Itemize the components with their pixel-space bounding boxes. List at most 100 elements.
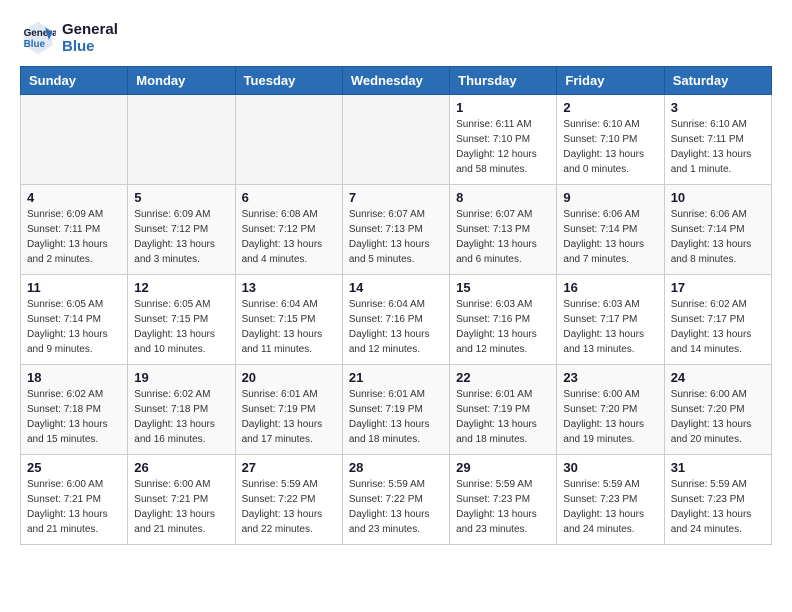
day-number: 28 <box>349 460 443 475</box>
day-number: 27 <box>242 460 336 475</box>
day-cell: 4 Sunrise: 6:09 AMSunset: 7:11 PMDaylight… <box>21 185 128 275</box>
day-info: Sunrise: 6:06 AMSunset: 7:14 PMDaylight:… <box>563 207 657 267</box>
day-number: 5 <box>134 190 228 205</box>
day-cell: 30 Sunrise: 5:59 AMSunset: 7:23 PMDayligh… <box>557 455 664 545</box>
day-info: Sunrise: 6:07 AMSunset: 7:13 PMDaylight:… <box>349 207 443 267</box>
weekday-header-friday: Friday <box>557 67 664 95</box>
day-info: Sunrise: 5:59 AMSunset: 7:22 PMDaylight:… <box>349 477 443 537</box>
weekday-header-tuesday: Tuesday <box>235 67 342 95</box>
day-number: 4 <box>27 190 121 205</box>
week-row-2: 4 Sunrise: 6:09 AMSunset: 7:11 PMDaylight… <box>21 185 772 275</box>
day-cell: 2 Sunrise: 6:10 AMSunset: 7:10 PMDaylight… <box>557 95 664 185</box>
day-cell: 31 Sunrise: 5:59 AMSunset: 7:23 PMDayligh… <box>664 455 771 545</box>
week-row-5: 25Sunrise: 6:00 AMSunset: 7:21 PMDayligh… <box>21 455 772 545</box>
day-number: 3 <box>671 100 765 115</box>
day-cell: 15Sunrise: 6:03 AMSunset: 7:16 PMDayligh… <box>450 275 557 365</box>
day-info: Sunrise: 6:03 AMSunset: 7:16 PMDaylight:… <box>456 297 550 357</box>
page-header: General Blue General Blue <box>20 20 772 56</box>
day-info: Sunrise: 6:00 AMSunset: 7:20 PMDaylight:… <box>563 387 657 447</box>
day-cell: 24 Sunrise: 6:00 AMSunset: 7:20 PMDayligh… <box>664 365 771 455</box>
day-cell: 9 Sunrise: 6:06 AMSunset: 7:14 PMDaylight… <box>557 185 664 275</box>
day-number: 22 <box>456 370 550 385</box>
day-info: Sunrise: 5:59 AMSunset: 7:22 PMDaylight:… <box>242 477 336 537</box>
day-cell: 1Sunrise: 6:11 AMSunset: 7:10 PMDaylight… <box>450 95 557 185</box>
day-cell <box>21 95 128 185</box>
day-cell: 6Sunrise: 6:08 AMSunset: 7:12 PMDaylight… <box>235 185 342 275</box>
calendar: SundayMondayTuesdayWednesdayThursdayFrid… <box>20 66 772 545</box>
day-info: Sunrise: 6:03 AMSunset: 7:17 PMDaylight:… <box>563 297 657 357</box>
day-cell: 16 Sunrise: 6:03 AMSunset: 7:17 PMDayligh… <box>557 275 664 365</box>
day-number: 20 <box>242 370 336 385</box>
weekday-header-row: SundayMondayTuesdayWednesdayThursdayFrid… <box>21 67 772 95</box>
day-info: Sunrise: 6:05 AMSunset: 7:15 PMDaylight:… <box>134 297 228 357</box>
logo-general: General <box>62 21 118 38</box>
day-info: Sunrise: 6:09 AMSunset: 7:11 PMDaylight:… <box>27 207 121 267</box>
week-row-4: 18 Sunrise: 6:02 AMSunset: 7:18 PMDayligh… <box>21 365 772 455</box>
day-number: 11 <box>27 280 121 295</box>
day-info: Sunrise: 6:10 AMSunset: 7:11 PMDaylight:… <box>671 117 765 177</box>
calendar-body: 1Sunrise: 6:11 AMSunset: 7:10 PMDaylight… <box>21 95 772 545</box>
day-cell: 5 Sunrise: 6:09 AMSunset: 7:12 PMDaylight… <box>128 185 235 275</box>
day-cell: 13 Sunrise: 6:04 AMSunset: 7:15 PMDayligh… <box>235 275 342 365</box>
day-cell: 22Sunrise: 6:01 AMSunset: 7:19 PMDayligh… <box>450 365 557 455</box>
day-info: Sunrise: 6:00 AMSunset: 7:21 PMDaylight:… <box>27 477 121 537</box>
logo-blue: Blue <box>62 38 118 55</box>
week-row-1: 1Sunrise: 6:11 AMSunset: 7:10 PMDaylight… <box>21 95 772 185</box>
day-cell: 21 Sunrise: 6:01 AMSunset: 7:19 PMDayligh… <box>342 365 449 455</box>
day-info: Sunrise: 6:09 AMSunset: 7:12 PMDaylight:… <box>134 207 228 267</box>
day-cell: 28 Sunrise: 5:59 AMSunset: 7:22 PMDayligh… <box>342 455 449 545</box>
day-number: 17 <box>671 280 765 295</box>
logo-icon: General Blue <box>20 20 56 56</box>
day-cell: 26Sunrise: 6:00 AMSunset: 7:21 PMDayligh… <box>128 455 235 545</box>
weekday-header-thursday: Thursday <box>450 67 557 95</box>
day-cell <box>128 95 235 185</box>
day-number: 19 <box>134 370 228 385</box>
day-cell: 25Sunrise: 6:00 AMSunset: 7:21 PMDayligh… <box>21 455 128 545</box>
day-cell: 17Sunrise: 6:02 AMSunset: 7:17 PMDayligh… <box>664 275 771 365</box>
day-info: Sunrise: 6:10 AMSunset: 7:10 PMDaylight:… <box>563 117 657 177</box>
day-number: 31 <box>671 460 765 475</box>
day-info: Sunrise: 6:04 AMSunset: 7:15 PMDaylight:… <box>242 297 336 357</box>
day-info: Sunrise: 6:01 AMSunset: 7:19 PMDaylight:… <box>349 387 443 447</box>
day-cell: 14Sunrise: 6:04 AMSunset: 7:16 PMDayligh… <box>342 275 449 365</box>
day-number: 6 <box>242 190 336 205</box>
day-info: Sunrise: 6:07 AMSunset: 7:13 PMDaylight:… <box>456 207 550 267</box>
day-number: 9 <box>563 190 657 205</box>
day-number: 30 <box>563 460 657 475</box>
day-cell: 11 Sunrise: 6:05 AMSunset: 7:14 PMDayligh… <box>21 275 128 365</box>
day-number: 2 <box>563 100 657 115</box>
day-number: 13 <box>242 280 336 295</box>
day-number: 18 <box>27 370 121 385</box>
day-number: 12 <box>134 280 228 295</box>
day-cell: 7 Sunrise: 6:07 AMSunset: 7:13 PMDaylight… <box>342 185 449 275</box>
day-info: Sunrise: 5:59 AMSunset: 7:23 PMDaylight:… <box>456 477 550 537</box>
day-cell: 29Sunrise: 5:59 AMSunset: 7:23 PMDayligh… <box>450 455 557 545</box>
day-cell: 23 Sunrise: 6:00 AMSunset: 7:20 PMDayligh… <box>557 365 664 455</box>
day-cell: 8Sunrise: 6:07 AMSunset: 7:13 PMDaylight… <box>450 185 557 275</box>
day-info: Sunrise: 6:06 AMSunset: 7:14 PMDaylight:… <box>671 207 765 267</box>
day-info: Sunrise: 6:05 AMSunset: 7:14 PMDaylight:… <box>27 297 121 357</box>
day-cell: 18 Sunrise: 6:02 AMSunset: 7:18 PMDayligh… <box>21 365 128 455</box>
weekday-header-wednesday: Wednesday <box>342 67 449 95</box>
weekday-header-sunday: Sunday <box>21 67 128 95</box>
day-cell: 27 Sunrise: 5:59 AMSunset: 7:22 PMDayligh… <box>235 455 342 545</box>
day-number: 21 <box>349 370 443 385</box>
day-cell: 12 Sunrise: 6:05 AMSunset: 7:15 PMDayligh… <box>128 275 235 365</box>
day-info: Sunrise: 5:59 AMSunset: 7:23 PMDaylight:… <box>563 477 657 537</box>
day-cell: 3 Sunrise: 6:10 AMSunset: 7:11 PMDaylight… <box>664 95 771 185</box>
day-cell <box>235 95 342 185</box>
day-number: 16 <box>563 280 657 295</box>
weekday-header-monday: Monday <box>128 67 235 95</box>
day-number: 1 <box>456 100 550 115</box>
day-number: 24 <box>671 370 765 385</box>
day-info: Sunrise: 5:59 AMSunset: 7:23 PMDaylight:… <box>671 477 765 537</box>
day-number: 23 <box>563 370 657 385</box>
day-info: Sunrise: 6:04 AMSunset: 7:16 PMDaylight:… <box>349 297 443 357</box>
day-info: Sunrise: 6:02 AMSunset: 7:18 PMDaylight:… <box>134 387 228 447</box>
day-info: Sunrise: 6:01 AMSunset: 7:19 PMDaylight:… <box>242 387 336 447</box>
day-info: Sunrise: 6:00 AMSunset: 7:20 PMDaylight:… <box>671 387 765 447</box>
day-info: Sunrise: 6:02 AMSunset: 7:18 PMDaylight:… <box>27 387 121 447</box>
day-cell: 19 Sunrise: 6:02 AMSunset: 7:18 PMDayligh… <box>128 365 235 455</box>
logo: General Blue General Blue <box>20 20 118 56</box>
day-number: 7 <box>349 190 443 205</box>
